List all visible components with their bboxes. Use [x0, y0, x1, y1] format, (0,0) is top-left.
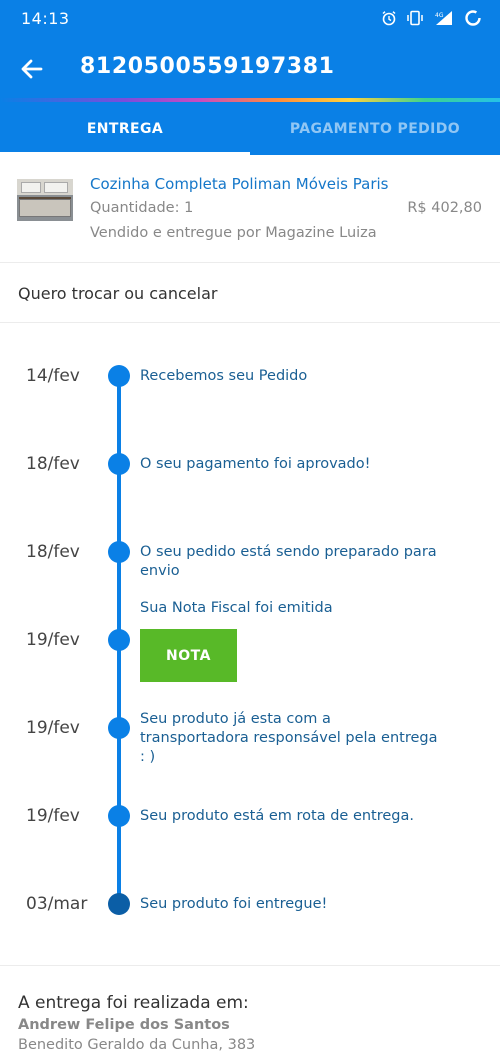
timeline-dot: [108, 541, 130, 563]
timeline-dot: [108, 717, 130, 739]
divider: [0, 965, 500, 966]
timeline-event: Recebemos seu Pedido: [140, 368, 308, 384]
timeline-dot: [108, 453, 130, 475]
timeline-event: Seu produto está em rota de entrega.: [140, 808, 414, 824]
delivery-address: Benedito Geraldo da Cunha, 383: [18, 1037, 256, 1053]
timeline-dot: [108, 805, 130, 827]
timeline-dot: [108, 893, 130, 915]
product-price: R$ 402,80: [407, 200, 482, 216]
timeline-dot: [108, 365, 130, 387]
order-number-title: 8120500559197381: [80, 54, 335, 79]
timeline-dot: [108, 629, 130, 651]
timeline-date: 19/fev: [26, 630, 80, 650]
vibrate-icon: [406, 10, 424, 30]
product-quantity: Quantidade: 1: [90, 200, 194, 216]
exchange-cancel-label[interactable]: Quero trocar ou cancelar: [18, 284, 217, 303]
status-icons: 4G: [381, 9, 482, 31]
nota-fiscal-button[interactable]: NOTA: [140, 629, 237, 682]
timeline-event: O seu pagamento foi aprovado!: [140, 456, 371, 472]
timeline-date: 19/fev: [26, 718, 80, 738]
timeline-event: Seu produto foi entregue!: [140, 896, 328, 912]
app-bar: 8120500559197381: [0, 38, 500, 98]
timeline-event: Seu produto já esta com a transportadora…: [140, 711, 438, 765]
loading-icon: [464, 9, 482, 31]
timeline-date: 03/mar: [26, 894, 88, 914]
product-thumbnail[interactable]: [17, 179, 73, 221]
status-time: 14:13: [21, 9, 70, 28]
product-name-link[interactable]: Cozinha Completa Poliman Móveis Paris: [90, 175, 388, 193]
status-bar: 14:13 4G: [0, 0, 500, 38]
recipient-name: Andrew Felipe dos Santos: [18, 1017, 230, 1033]
tab-pagamento-pedido[interactable]: PAGAMENTO PEDIDO: [250, 102, 500, 155]
product-seller: Vendido e entregue por Magazine Luiza: [90, 225, 377, 241]
tab-bar: ENTREGA PAGAMENTO PEDIDO: [0, 102, 500, 155]
tab-entrega[interactable]: ENTREGA: [0, 102, 250, 155]
delivery-label: A entrega foi realizada em:: [18, 993, 249, 1013]
timeline-date: 18/fev: [26, 542, 80, 562]
signal-4g-icon: 4G: [433, 10, 455, 30]
arrow-left-icon[interactable]: [18, 55, 46, 83]
timeline-event: Sua Nota Fiscal foi emitida: [140, 600, 333, 616]
svg-text:4G: 4G: [435, 12, 444, 19]
alarm-icon: [381, 10, 397, 30]
timeline-date: 19/fev: [26, 806, 80, 826]
timeline-date: 18/fev: [26, 454, 80, 474]
timeline-date: 14/fev: [26, 366, 80, 386]
timeline-event: O seu pedido está sendo preparado para e…: [140, 544, 437, 579]
